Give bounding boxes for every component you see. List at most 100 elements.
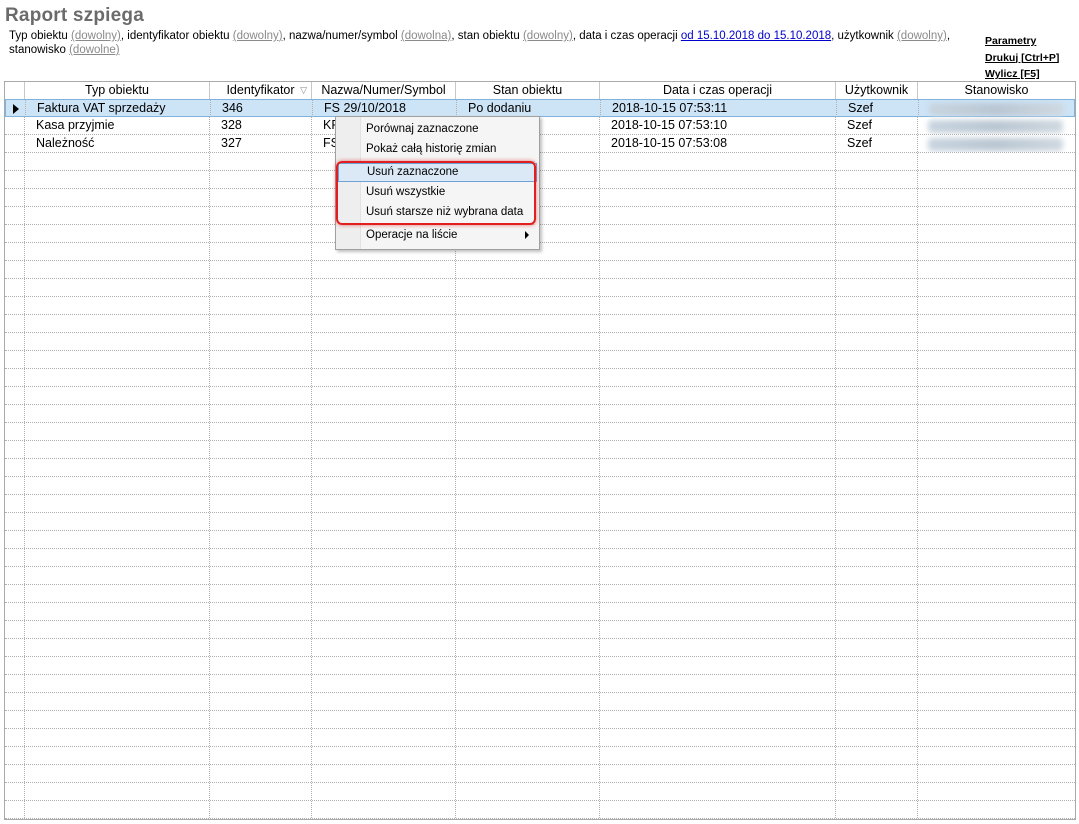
empty-table-row[interactable] [5,513,1075,531]
row-indicator[interactable] [5,261,25,278]
empty-table-row[interactable] [5,261,1075,279]
empty-table-row[interactable] [5,369,1075,387]
empty-table-row[interactable] [5,531,1075,549]
row-indicator[interactable] [5,333,25,350]
row-indicator[interactable] [5,639,25,656]
filter-object-type-link[interactable]: (dowolny) [71,30,121,42]
row-indicator[interactable] [5,549,25,566]
table-row[interactable]: Należność 327 FS 2018-10-15 07:53:08 Szef [5,135,1075,153]
empty-table-row[interactable] [5,603,1075,621]
menu-item-show-history[interactable]: Pokaż całą historię zmian [338,140,537,159]
column-header-type[interactable]: Typ obiektu [25,82,210,99]
empty-table-row[interactable] [5,549,1075,567]
empty-table-row[interactable] [5,171,1075,189]
filter-name-link[interactable]: (dowolna) [401,30,452,42]
row-indicator[interactable] [5,495,25,512]
row-indicator[interactable] [5,729,25,746]
empty-table-row[interactable] [5,729,1075,747]
row-indicator[interactable] [5,207,25,224]
row-indicator[interactable] [5,531,25,548]
empty-table-row[interactable] [5,639,1075,657]
column-header-name[interactable]: Nazwa/Numer/Symbol [312,82,456,99]
row-indicator[interactable] [5,801,25,818]
empty-table-row[interactable] [5,711,1075,729]
empty-table-row[interactable] [5,585,1075,603]
row-indicator[interactable] [5,351,25,368]
parameters-link[interactable]: Parametry [985,33,1059,50]
row-indicator[interactable] [5,603,25,620]
empty-table-row[interactable] [5,441,1075,459]
empty-table-row[interactable] [5,189,1075,207]
empty-table-row[interactable] [5,153,1075,171]
row-indicator[interactable] [6,100,26,117]
column-header-user[interactable]: Użytkownik [836,82,918,99]
row-indicator[interactable] [5,675,25,692]
row-indicator[interactable] [5,243,25,260]
row-indicator[interactable] [5,279,25,296]
row-indicator[interactable] [5,477,25,494]
empty-table-row[interactable] [5,333,1075,351]
row-indicator[interactable] [5,171,25,188]
row-indicator[interactable] [5,297,25,314]
row-indicator[interactable] [5,369,25,386]
filter-user-link[interactable]: (dowolny) [897,30,947,42]
row-indicator[interactable] [5,315,25,332]
menu-item-delete-older[interactable]: Usuń starsze niż wybrana data [338,203,537,222]
row-indicator[interactable] [5,117,25,134]
filter-workstation-link[interactable]: (dowolne) [69,44,120,56]
filter-object-id-link[interactable]: (dowolny) [233,30,283,42]
menu-item-delete-selected[interactable]: Usuń zaznaczone [338,163,537,182]
empty-table-row[interactable] [5,297,1075,315]
empty-table-row[interactable] [5,747,1075,765]
empty-table-row[interactable] [5,243,1075,261]
column-header-date[interactable]: Data i czas operacji [600,82,836,99]
empty-table-row[interactable] [5,765,1075,783]
empty-table-row[interactable] [5,783,1075,801]
row-indicator[interactable] [5,405,25,422]
column-header-workstation[interactable]: Stanowisko [918,82,1075,99]
table-row[interactable]: Kasa przyjmie 328 KP 2018-10-15 07:53:10 Sze… [5,117,1075,135]
row-indicator[interactable] [5,459,25,476]
row-indicator[interactable] [5,135,25,152]
row-indicator[interactable] [5,783,25,800]
menu-item-delete-all[interactable]: Usuń wszystkie [338,183,537,202]
row-indicator[interactable] [5,657,25,674]
table-row[interactable]: Faktura VAT sprzedaży 346 FS 29/10/2018 Po … [5,99,1075,117]
empty-table-row[interactable] [5,351,1075,369]
row-indicator[interactable] [5,423,25,440]
row-indicator[interactable] [5,153,25,170]
row-indicator[interactable] [5,621,25,638]
print-link[interactable]: Drukuj [Ctrl+P] [985,50,1059,67]
empty-table-row[interactable] [5,459,1075,477]
menu-item-list-operations[interactable]: Operacje na liście [338,226,537,245]
filter-date-link[interactable]: od 15.10.2018 do 15.10.2018 [681,30,831,42]
row-indicator[interactable] [5,441,25,458]
empty-table-row[interactable] [5,207,1075,225]
row-indicator[interactable] [5,189,25,206]
empty-table-row[interactable] [5,225,1075,243]
row-indicator[interactable] [5,567,25,584]
empty-table-row[interactable] [5,621,1075,639]
empty-table-row[interactable] [5,315,1075,333]
empty-table-row[interactable] [5,495,1075,513]
empty-table-row[interactable] [5,477,1075,495]
column-header-state[interactable]: Stan obiektu [456,82,600,99]
empty-table-row[interactable] [5,387,1075,405]
empty-table-row[interactable] [5,423,1075,441]
empty-table-row[interactable] [5,567,1075,585]
filter-state-link[interactable]: (dowolny) [523,30,573,42]
row-indicator[interactable] [5,225,25,242]
row-indicator[interactable] [5,747,25,764]
empty-table-row[interactable] [5,405,1075,423]
empty-table-row[interactable] [5,675,1075,693]
column-header-id[interactable]: Identyfikator ▽ [210,82,312,99]
row-indicator[interactable] [5,765,25,782]
menu-item-compare-selected[interactable]: Porównaj zaznaczone [338,120,537,139]
empty-table-row[interactable] [5,279,1075,297]
empty-table-row[interactable] [5,657,1075,675]
row-indicator[interactable] [5,711,25,728]
row-indicator[interactable] [5,693,25,710]
row-indicator[interactable] [5,585,25,602]
empty-table-row[interactable] [5,801,1075,819]
empty-table-row[interactable] [5,693,1075,711]
